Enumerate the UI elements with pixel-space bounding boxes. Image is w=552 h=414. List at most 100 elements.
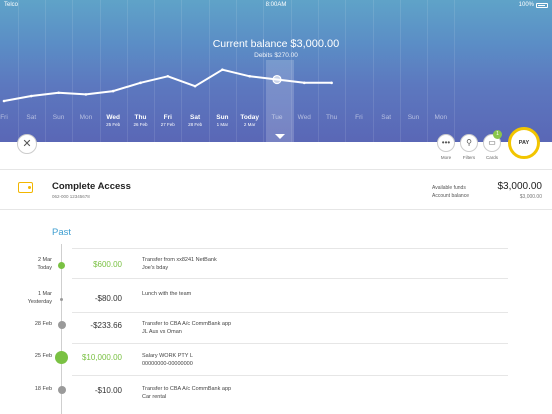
day-item[interactable]: Thu 26 Feb (126, 114, 156, 127)
account-balance-label: Account balance (432, 193, 469, 199)
transaction-amount: -$10.00 (94, 386, 122, 395)
day-date: 1 Mar (216, 122, 229, 127)
more-button[interactable]: ••• (437, 134, 455, 152)
day-date: 26 Feb (133, 122, 148, 127)
transaction-date-day: 1 Mar (37, 291, 52, 297)
timeline-dot (57, 386, 66, 394)
trend-point (193, 84, 197, 88)
transaction-description: Salary WORK PTY L 00000000-00000000 (142, 352, 193, 368)
day-item[interactable]: Sun 1 Mar (207, 114, 237, 127)
trend-point (57, 91, 60, 95)
transaction-note: Joe's bday (142, 265, 169, 271)
day-name: Sun (407, 114, 420, 121)
day-item[interactable]: Sat 28 Feb (180, 114, 210, 127)
trend-point (111, 89, 115, 93)
transaction-date: 18 Feb (35, 385, 52, 393)
transaction-date: 25 Feb (35, 352, 52, 360)
available-funds-label: Available funds (432, 185, 466, 191)
trend-point (330, 81, 333, 85)
balance-trend-line (3, 68, 332, 102)
day-name: Sun (52, 114, 65, 121)
pay-button[interactable]: PAY (508, 127, 540, 159)
day-name: Wed (297, 114, 311, 121)
day-item[interactable]: Sat (371, 114, 401, 122)
day-name: Thu (134, 114, 147, 121)
trend-point (221, 68, 224, 71)
card-icon: ▭ (488, 138, 496, 147)
transaction-note: JL Aus vs Oman (142, 329, 182, 335)
wallet-icon (18, 182, 33, 193)
transaction-title: Lunch with the team (142, 291, 192, 297)
account-name: Complete Access (52, 181, 131, 192)
balance-header: Telco 8:00AM 100% Current balance $3,000… (0, 0, 552, 142)
transaction-date-day: 25 Feb (34, 353, 52, 359)
trend-point (139, 81, 142, 85)
transaction-date-day: 18 Feb (34, 386, 52, 392)
day-item[interactable]: Sat (16, 114, 46, 122)
section-title-past: Past (52, 227, 72, 238)
timeline-dot (57, 321, 66, 329)
account-balance-value: $3,000.00 (519, 194, 542, 200)
trend-point (2, 99, 6, 103)
more-icon: ••• (441, 138, 451, 147)
trend-point (272, 74, 282, 85)
transaction-date: 1 Mar Yesterday (28, 290, 52, 306)
day-name: Thu (325, 114, 338, 121)
day-name: Mon (434, 114, 448, 121)
transaction-title: Salary WORK PTY L (142, 353, 193, 359)
transaction-amount: $10,000.00 (81, 353, 122, 362)
row-divider (72, 248, 508, 249)
day-date: 25 Feb (106, 122, 121, 127)
day-item[interactable]: Mon (426, 114, 456, 122)
day-name: Fri (355, 114, 363, 121)
day-name: Sat (190, 114, 201, 121)
account-number: 062-000 12345678 (52, 194, 90, 199)
timeline-dot (60, 297, 63, 301)
day-name: Mon (79, 114, 93, 121)
day-item[interactable]: Tue (262, 114, 292, 122)
transaction-date: 28 Feb (35, 320, 52, 328)
day-item[interactable]: Fri 27 Feb (153, 114, 183, 127)
transaction-note: Car rental (142, 394, 167, 400)
trend-point (303, 81, 306, 85)
day-name: Fri (163, 114, 172, 121)
transaction-note: 00000000-00000000 (142, 361, 193, 367)
cards-badge: 1 (493, 130, 502, 139)
transaction-title: Transfer to CBA A/c CommBank app (142, 386, 232, 392)
row-divider (72, 375, 508, 376)
day-item[interactable]: Thu (317, 114, 347, 122)
transaction-title: Transfer from xx8241 NetBank (142, 257, 217, 263)
day-name: Sat (26, 114, 37, 121)
day-item[interactable]: Sun (399, 114, 429, 122)
day-item[interactable]: Fri (344, 114, 374, 122)
day-item[interactable]: Wed 25 Feb (98, 114, 128, 127)
trend-point (84, 93, 88, 96)
transaction-date: 2 Mar Today (37, 256, 52, 272)
transaction-description: Transfer to CBA A/c CommBank app Car rent… (142, 385, 231, 401)
day-item[interactable]: Today 2 Mar (235, 114, 265, 127)
trend-point (248, 74, 251, 78)
close-button[interactable]: ✕ (17, 134, 37, 154)
day-item[interactable]: Sun (44, 114, 74, 122)
divider (0, 169, 552, 170)
transaction-amount: -$233.66 (90, 321, 122, 330)
timeline-dot (55, 350, 68, 364)
day-name: Sat (381, 114, 392, 121)
trend-point (30, 94, 33, 98)
cards-label: Cards (485, 155, 498, 160)
transaction-date-relative: Today (37, 265, 52, 271)
transaction-title: Transfer to CBA A/c CommBank app (142, 321, 232, 327)
day-name: Tue (271, 114, 283, 121)
day-name: Sun (216, 114, 229, 121)
transaction-amount: -$80.00 (94, 294, 122, 303)
transaction-date-day: 2 Mar (37, 257, 52, 263)
filters-button[interactable]: ⚲ (460, 134, 478, 152)
row-divider (72, 343, 508, 344)
today-pointer-icon (275, 134, 285, 139)
filter-icon: ⚲ (466, 138, 472, 147)
day-item[interactable]: Mon (71, 114, 101, 122)
day-item[interactable]: Wed (289, 114, 319, 122)
transaction-date-relative: Yesterday (27, 299, 52, 305)
timeline-dot (58, 261, 65, 269)
day-scroller[interactable]: Fri Sat Sun Mon Wed 25 Feb Thu 26 Feb Fri 27 Feb S… (0, 114, 552, 134)
